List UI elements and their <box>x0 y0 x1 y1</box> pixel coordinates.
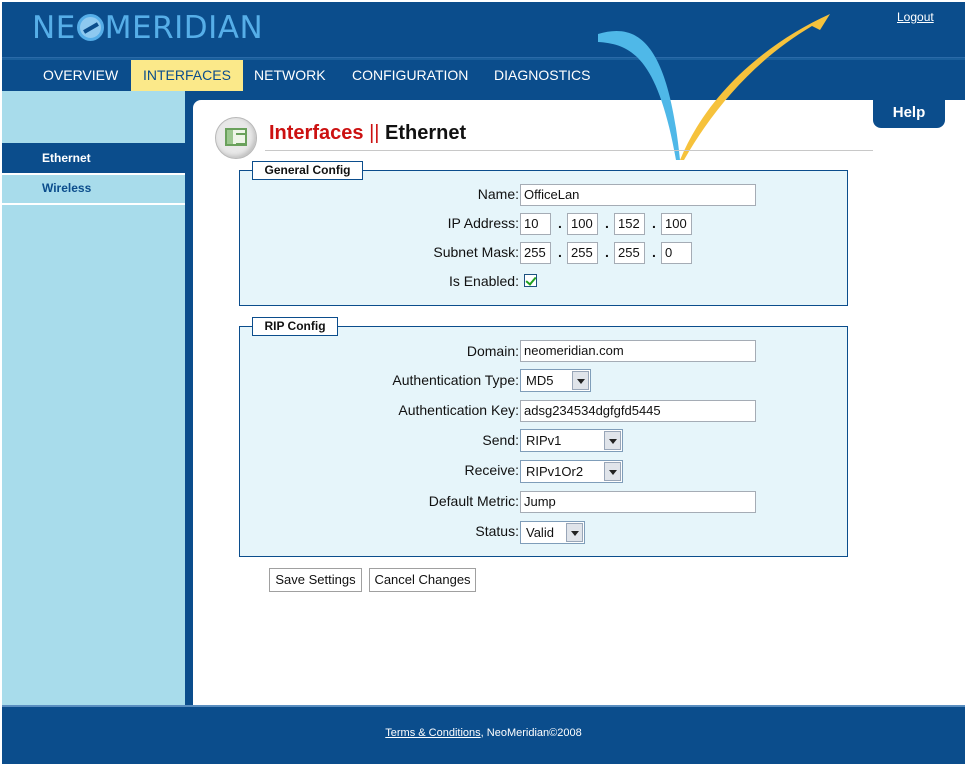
send-label: Send: <box>482 432 519 448</box>
footer-text: Terms & Conditions, NeoMeridian©2008 <box>2 727 965 739</box>
nav-interfaces[interactable]: INTERFACES <box>131 60 243 91</box>
header-bar: NE MERIDIAN Logout <box>2 2 965 58</box>
cancel-changes-button[interactable]: Cancel Changes <box>369 568 476 592</box>
auth-key-input[interactable]: adsg234534dgfgfd5445 <box>520 400 756 422</box>
copyright-text: , NeoMeridian©2008 <box>480 727 582 739</box>
auth-type-label: Authentication Type: <box>392 372 519 388</box>
receive-label: Receive: <box>464 462 519 478</box>
receive-select[interactable]: RIPv1Or2 <box>520 460 623 483</box>
chevron-down-icon[interactable] <box>566 523 583 542</box>
ip-address-label: IP Address: <box>447 215 519 231</box>
is-enabled-label: Is Enabled: <box>448 273 519 289</box>
chevron-down-icon[interactable] <box>572 371 589 390</box>
ip-dot: . <box>558 215 562 231</box>
status-select[interactable]: Valid <box>520 521 585 544</box>
nav-diagnostics[interactable]: DIAGNOSTICS <box>482 60 602 91</box>
title-divider <box>265 150 873 151</box>
ip-octet-3-input[interactable]: 152 <box>614 213 645 235</box>
sidebar-divider <box>2 203 185 205</box>
send-select[interactable]: RIPv1 <box>520 429 623 452</box>
domain-label: Domain: <box>466 343 519 359</box>
auth-key-label: Authentication Key: <box>398 402 519 418</box>
mask-octet-1-input[interactable]: 255 <box>520 242 551 264</box>
ip-octet-2-input[interactable]: 100 <box>567 213 598 235</box>
page-title: Interfaces || Ethernet <box>269 122 466 145</box>
sidebar-item-wireless[interactable]: Wireless <box>2 173 185 203</box>
ip-octet-1-input[interactable]: 10 <box>520 213 551 235</box>
default-metric-label: Default Metric: <box>428 493 519 509</box>
chevron-down-icon[interactable] <box>604 431 621 450</box>
globe-icon <box>76 14 104 41</box>
nav-network[interactable]: NETWORK <box>242 60 338 91</box>
ip-dot: . <box>652 215 656 231</box>
logout-link[interactable]: Logout <box>897 10 934 24</box>
interfaces-page-icon <box>215 117 257 159</box>
nav-configuration[interactable]: CONFIGURATION <box>340 60 480 91</box>
logo: NE MERIDIAN <box>32 10 264 46</box>
default-metric-input[interactable]: Jump <box>520 491 756 513</box>
page-title-page: Ethernet <box>385 122 467 144</box>
status-label: Status: <box>475 523 519 539</box>
main-nav: OVERVIEW INTERFACES NETWORK CONFIGURATIO… <box>2 58 965 91</box>
page-title-separator: || <box>369 122 380 144</box>
ip-dot: . <box>605 215 609 231</box>
save-settings-button[interactable]: Save Settings <box>269 568 362 592</box>
page-title-section: Interfaces <box>269 122 364 144</box>
sidebar-item-ethernet[interactable]: Ethernet <box>2 143 185 173</box>
nav-overview[interactable]: OVERVIEW <box>31 60 130 91</box>
mask-octet-3-input[interactable]: 255 <box>614 242 645 264</box>
ip-octet-4-input[interactable]: 100 <box>661 213 692 235</box>
help-button[interactable]: Help <box>873 100 945 128</box>
name-input[interactable]: OfficeLan <box>520 184 756 206</box>
footer: Terms & Conditions, NeoMeridian©2008 <box>2 705 965 764</box>
rip-config-legend: RIP Config <box>252 317 338 336</box>
mask-octet-2-input[interactable]: 255 <box>567 242 598 264</box>
mask-octet-4-input[interactable]: 0 <box>661 242 692 264</box>
terms-link[interactable]: Terms & Conditions <box>385 727 480 739</box>
subnet-mask-label: Subnet Mask: <box>433 244 519 260</box>
mask-dot: . <box>605 244 609 260</box>
auth-type-select[interactable]: MD5 <box>520 369 591 392</box>
name-label: Name: <box>477 186 519 202</box>
general-config-legend: General Config <box>252 161 363 180</box>
sidebar: Ethernet Wireless <box>2 91 185 705</box>
mask-dot: . <box>558 244 562 260</box>
mask-dot: . <box>652 244 656 260</box>
chevron-down-icon[interactable] <box>604 462 621 481</box>
is-enabled-checkbox[interactable] <box>524 274 537 287</box>
domain-input[interactable]: neomeridian.com <box>520 340 756 362</box>
